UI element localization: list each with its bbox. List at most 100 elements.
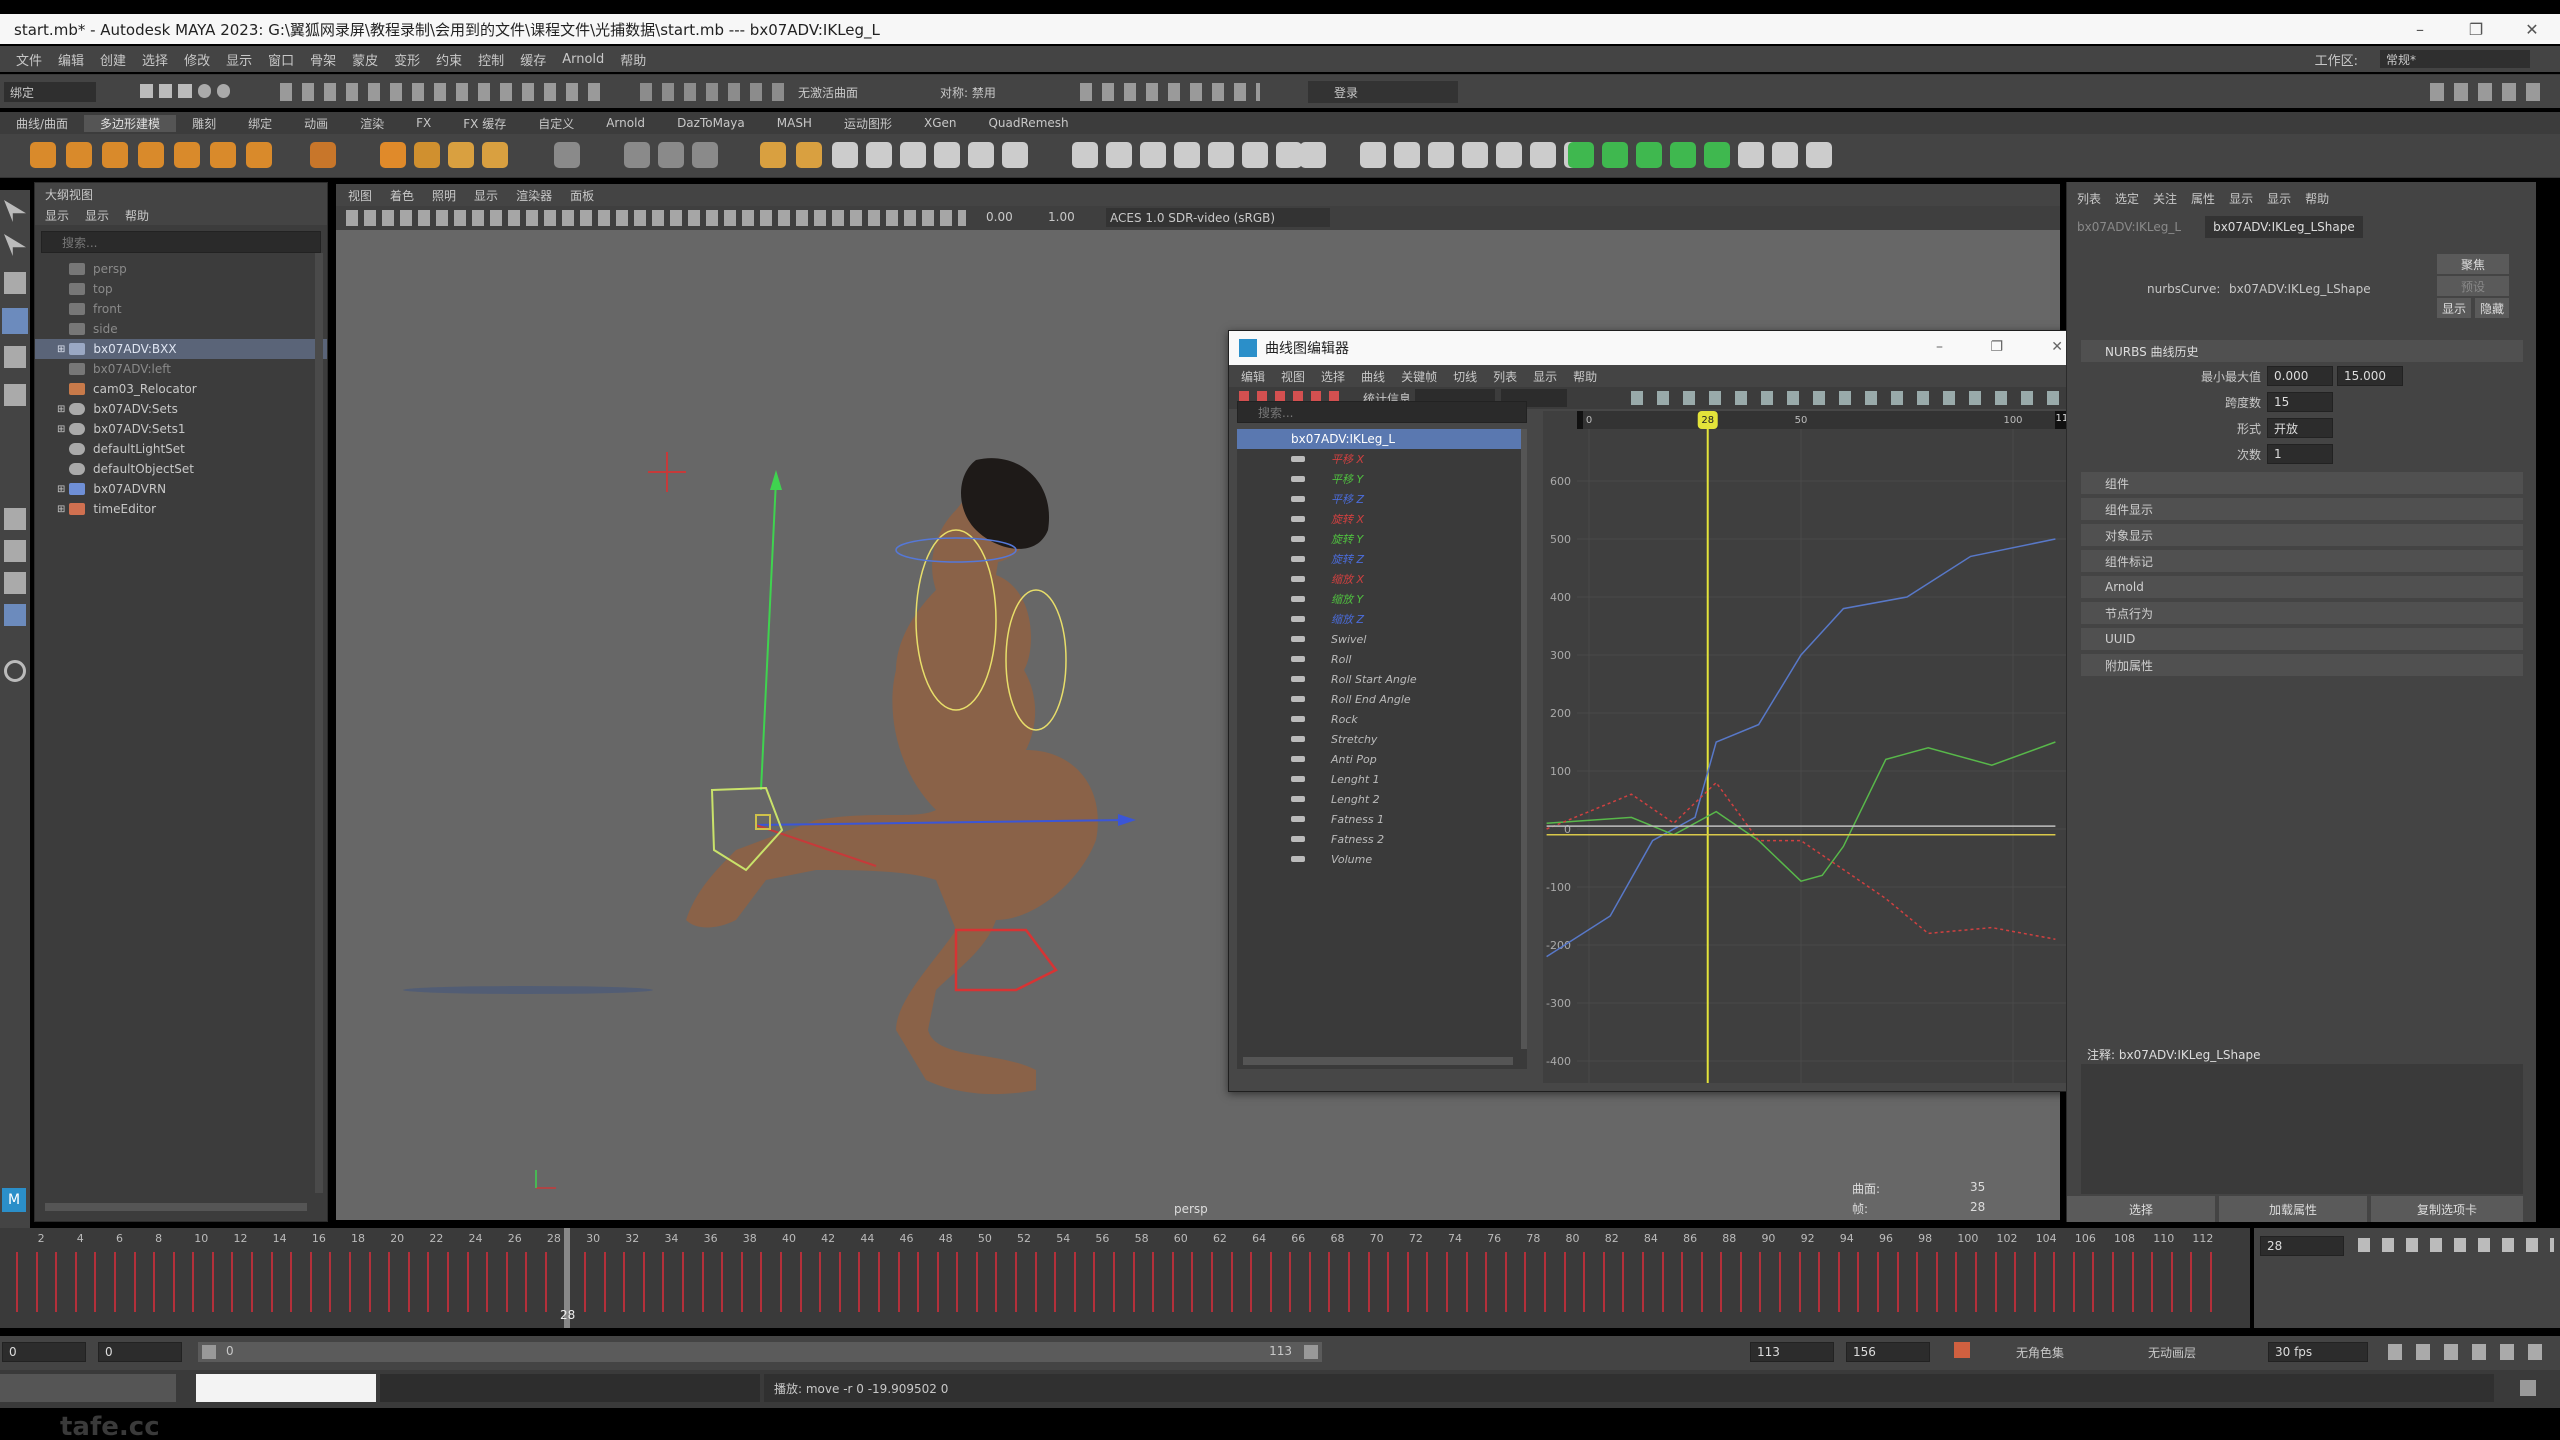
search-icon[interactable] [4, 660, 26, 682]
curve-list-item[interactable]: Roll [1237, 649, 1527, 669]
playback-start-field[interactable]: 0 [98, 1342, 182, 1362]
menu-constrain[interactable]: 约束 [436, 50, 462, 69]
curve-list-item[interactable]: Lenght 1 [1237, 769, 1527, 789]
hide-button[interactable]: 隐藏 [2475, 298, 2509, 318]
curve-toggle-icon[interactable] [1291, 756, 1305, 762]
types-icon[interactable] [554, 142, 580, 168]
curve-list-item[interactable]: Lenght 2 [1237, 789, 1527, 809]
spans-field[interactable]: 15 [2267, 392, 2333, 412]
delete-edge-icon[interactable] [1242, 142, 1268, 168]
poly-sphere-icon[interactable] [30, 142, 56, 168]
relax-icon[interactable] [1636, 142, 1662, 168]
outliner-scrollbar[interactable] [315, 253, 323, 1193]
copy-tab-button[interactable]: 复制选项卡 [2371, 1196, 2523, 1222]
super-shape-icon[interactable] [310, 142, 336, 168]
time-slider[interactable]: 2 4 6 8 10 12 14 16 18 20 22 24 26 28 30 32 34 36 38 40 42 44… [0, 1228, 2250, 1328]
menu-deform[interactable]: 变形 [394, 50, 420, 69]
range-extra-icons[interactable] [2388, 1344, 2544, 1360]
outliner-item[interactable]: ⊞ bx07ADV:Sets1 [35, 419, 327, 439]
curve-list-item[interactable]: Fatness 1 [1237, 809, 1527, 829]
expand-icon[interactable]: ⊞ [57, 344, 65, 355]
outliner-item[interactable]: side [35, 319, 327, 339]
notes-field[interactable] [2081, 1064, 2523, 1194]
bevel-icon[interactable] [900, 142, 926, 168]
save-scene-icon[interactable] [178, 84, 192, 98]
multi-cut-icon[interactable] [1002, 142, 1028, 168]
selection-mask-icons[interactable] [280, 83, 610, 101]
minimize-button[interactable]: – [2392, 14, 2448, 44]
expand-icon[interactable]: ⊞ [57, 404, 65, 415]
ge-search-input[interactable]: 搜索... [1237, 401, 1527, 423]
auto-map-icon[interactable] [1428, 142, 1454, 168]
undo-icon[interactable] [197, 84, 211, 98]
single-layout-icon[interactable] [4, 508, 26, 530]
attr-menu-attributes[interactable]: 属性 [2191, 190, 2215, 207]
curve-list-item[interactable]: 缩放 X [1237, 569, 1527, 589]
planar-map-icon[interactable] [1394, 142, 1420, 168]
menu-cache[interactable]: 缓存 [520, 50, 546, 69]
close-button[interactable]: ✕ [2504, 14, 2560, 44]
snap-icons[interactable] [640, 83, 790, 101]
attr-menu-display[interactable]: 显示 [2267, 190, 2291, 207]
poly-disc-icon[interactable] [246, 142, 272, 168]
collapse-icon[interactable] [1140, 142, 1166, 168]
menu-skeleton[interactable]: 骨架 [310, 50, 336, 69]
scene-start-field[interactable]: 0 [2, 1342, 86, 1362]
curve-list-item[interactable]: 平移 Y [1237, 469, 1527, 489]
shelf-tab[interactable]: MASH [761, 116, 828, 130]
ge-menu-tangents[interactable]: 切线 [1453, 368, 1477, 385]
outliner-item-selected[interactable]: ⊞ bx07ADV:BXX [35, 339, 327, 359]
curve-list-item[interactable]: Volume [1237, 849, 1527, 869]
attr-menu-list[interactable]: 列表 [2077, 190, 2101, 207]
modeling-toolkit-icon[interactable] [1772, 142, 1798, 168]
curve-toggle-icon[interactable] [1291, 836, 1305, 842]
shelf-tab[interactable]: 运动图形 [828, 115, 908, 132]
degree-field[interactable]: 1 [2267, 444, 2333, 464]
range-handle-start[interactable] [202, 1345, 216, 1359]
fps-select[interactable]: 30 fps [2268, 1342, 2368, 1362]
playback-buttons[interactable] [2358, 1238, 2554, 1252]
tools-icon[interactable] [1806, 142, 1832, 168]
rotate-tool-icon[interactable] [4, 346, 26, 368]
maximize-button[interactable]: ❐ [2448, 14, 2504, 44]
scale-tool-icon[interactable] [4, 384, 26, 406]
attr-menu-show[interactable]: 显示 [2229, 190, 2253, 207]
curve-toggle-icon[interactable] [1291, 556, 1305, 562]
attr-section-extra[interactable]: 附加属性 [2081, 654, 2523, 676]
transfer-icon[interactable] [1738, 142, 1764, 168]
min-value-field[interactable]: 0.000 [2267, 366, 2333, 386]
ge-maximize-button[interactable]: ❐ [1990, 339, 2003, 355]
attr-section-node-behavior[interactable]: 节点行为 [2081, 602, 2523, 624]
curve-toggle-icon[interactable] [1291, 536, 1305, 542]
expand-icon[interactable]: ⊞ [57, 504, 65, 515]
shelf-tab[interactable]: 动画 [288, 115, 344, 132]
ge-close-button[interactable]: ✕ [2051, 339, 2063, 355]
lasso-tool-icon[interactable] [4, 234, 26, 256]
shelf-tab[interactable]: FX [400, 116, 447, 130]
curve-toggle-icon[interactable] [1291, 476, 1305, 482]
shelf-tab[interactable]: DazToMaya [661, 116, 761, 130]
svg-icon[interactable] [482, 142, 508, 168]
insert-edge-loop-icon[interactable] [968, 142, 994, 168]
paint-tool-icon[interactable] [4, 272, 26, 294]
workspace-select[interactable]: 常规* [2380, 50, 2530, 68]
curve-list-item[interactable]: 旋转 X [1237, 509, 1527, 529]
expand-icon[interactable]: ⊞ [57, 424, 65, 435]
curve-toggle-icon[interactable] [1291, 596, 1305, 602]
live-surface-label[interactable]: 无激活曲面 [798, 84, 858, 101]
exposure-value[interactable]: 0.00 [986, 210, 1013, 224]
poly-cube-icon[interactable] [66, 142, 92, 168]
sculpt-icon[interactable] [1602, 142, 1628, 168]
curve-toggle-icon[interactable] [1291, 736, 1305, 742]
shelf-tab[interactable]: QuadRemesh [972, 116, 1084, 130]
menu-select[interactable]: 选择 [142, 50, 168, 69]
poly-plane-icon[interactable] [210, 142, 236, 168]
quad-draw-icon[interactable] [1568, 142, 1594, 168]
playback-end-field[interactable]: 113 [1750, 1342, 1834, 1362]
curve-toggle-icon[interactable] [1291, 776, 1305, 782]
current-frame-field[interactable]: 28 [2260, 1236, 2344, 1256]
character-body[interactable] [686, 480, 1098, 1095]
shelf-tab[interactable]: 雕刻 [176, 115, 232, 132]
outliner-item[interactable]: ⊞ timeEditor [35, 499, 327, 519]
poly-torus-icon[interactable] [174, 142, 200, 168]
